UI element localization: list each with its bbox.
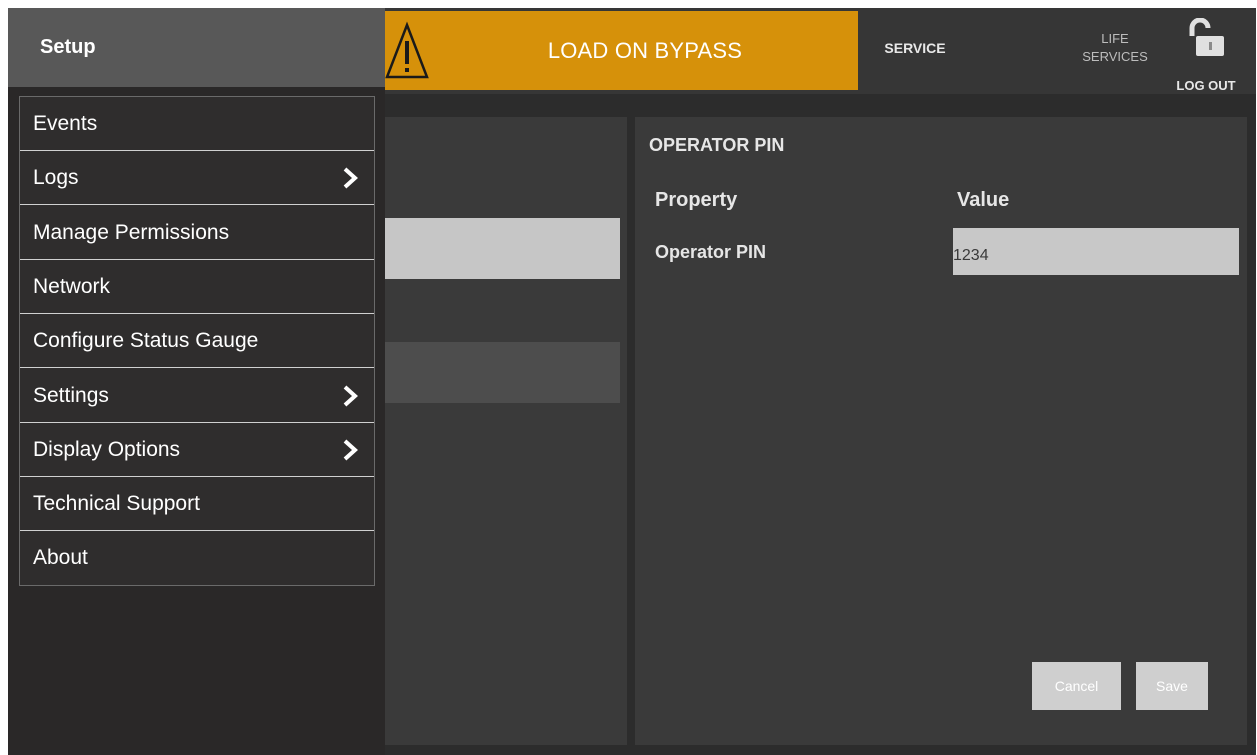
chevron-right-icon [343,385,358,406]
chevron-right-icon [343,167,358,189]
life-services-button[interactable]: LIFE SERVICES [1070,30,1160,66]
menu-item-network[interactable]: Network [20,260,374,314]
menu-item-settings[interactable]: Settings [20,369,374,423]
operator-pin-panel: OPERATOR PIN Property Value Operator PIN… [635,117,1247,745]
list-item[interactable] [385,342,620,403]
menu-item-label: Events [33,112,98,135]
menu-item-label: Display Options [33,437,181,461]
life-services-label: LIFE [1101,31,1129,46]
ups-display-screen: LOAD ON BYPASS SERVICE LIFE SERVICES LOG… [8,8,1256,755]
setup-drawer: Setup Events Logs Manage Permissions Networ… [8,8,385,755]
menu-item-label: Logs [33,166,79,190]
menu-item-label: Configure Status Gauge [33,329,259,353]
log-out-button[interactable]: LOG OUT [1176,18,1246,93]
life-services-label-2: SERVICES [1082,49,1148,64]
warning-triangle-icon [385,21,429,79]
menu-item-display-options[interactable]: Display Options [20,423,374,477]
property-column-header: Property [655,189,738,211]
menu-item-manage-permissions[interactable]: Manage Permissions [20,206,374,260]
service-button[interactable]: SERVICE [870,40,960,56]
menu-item-events[interactable]: Events [20,97,374,151]
chevron-right-icon [343,439,358,461]
log-out-label: LOG OUT [1176,78,1236,93]
menu-item-about[interactable]: About [20,531,374,585]
operator-pin-value: 1234 [953,247,989,264]
value-column-header: Value [957,189,1010,211]
unlocked-padlock-icon [1189,18,1224,56]
save-button[interactable]: Save [1136,662,1208,710]
menu-item-label: Technical Support [33,492,200,516]
setup-title: Setup [40,36,96,58]
setup-header: Setup [8,8,385,87]
alarm-text: LOAD ON BYPASS [547,38,743,63]
operator-pin-input[interactable]: 1234 [953,228,1239,275]
list-item-selected[interactable] [385,218,620,279]
menu-item-label: Settings [33,383,109,407]
panel-title: OPERATOR PIN [649,135,785,155]
menu-item-logs[interactable]: Logs [20,151,374,206]
menu-item-label: Network [33,274,111,298]
operator-pin-label: Operator PIN [655,242,767,262]
menu-item-label: Manage Permissions [33,220,230,244]
cancel-button[interactable]: Cancel [1032,662,1121,710]
menu-item-technical-support[interactable]: Technical Support [20,477,374,532]
alarm-banner[interactable]: LOAD ON BYPASS [385,11,858,90]
setup-menu: Events Logs Manage Permissions Network Confi… [19,96,375,586]
menu-item-label: About [33,546,88,570]
menu-item-configure-status-gauge[interactable]: Configure Status Gauge [20,314,374,369]
